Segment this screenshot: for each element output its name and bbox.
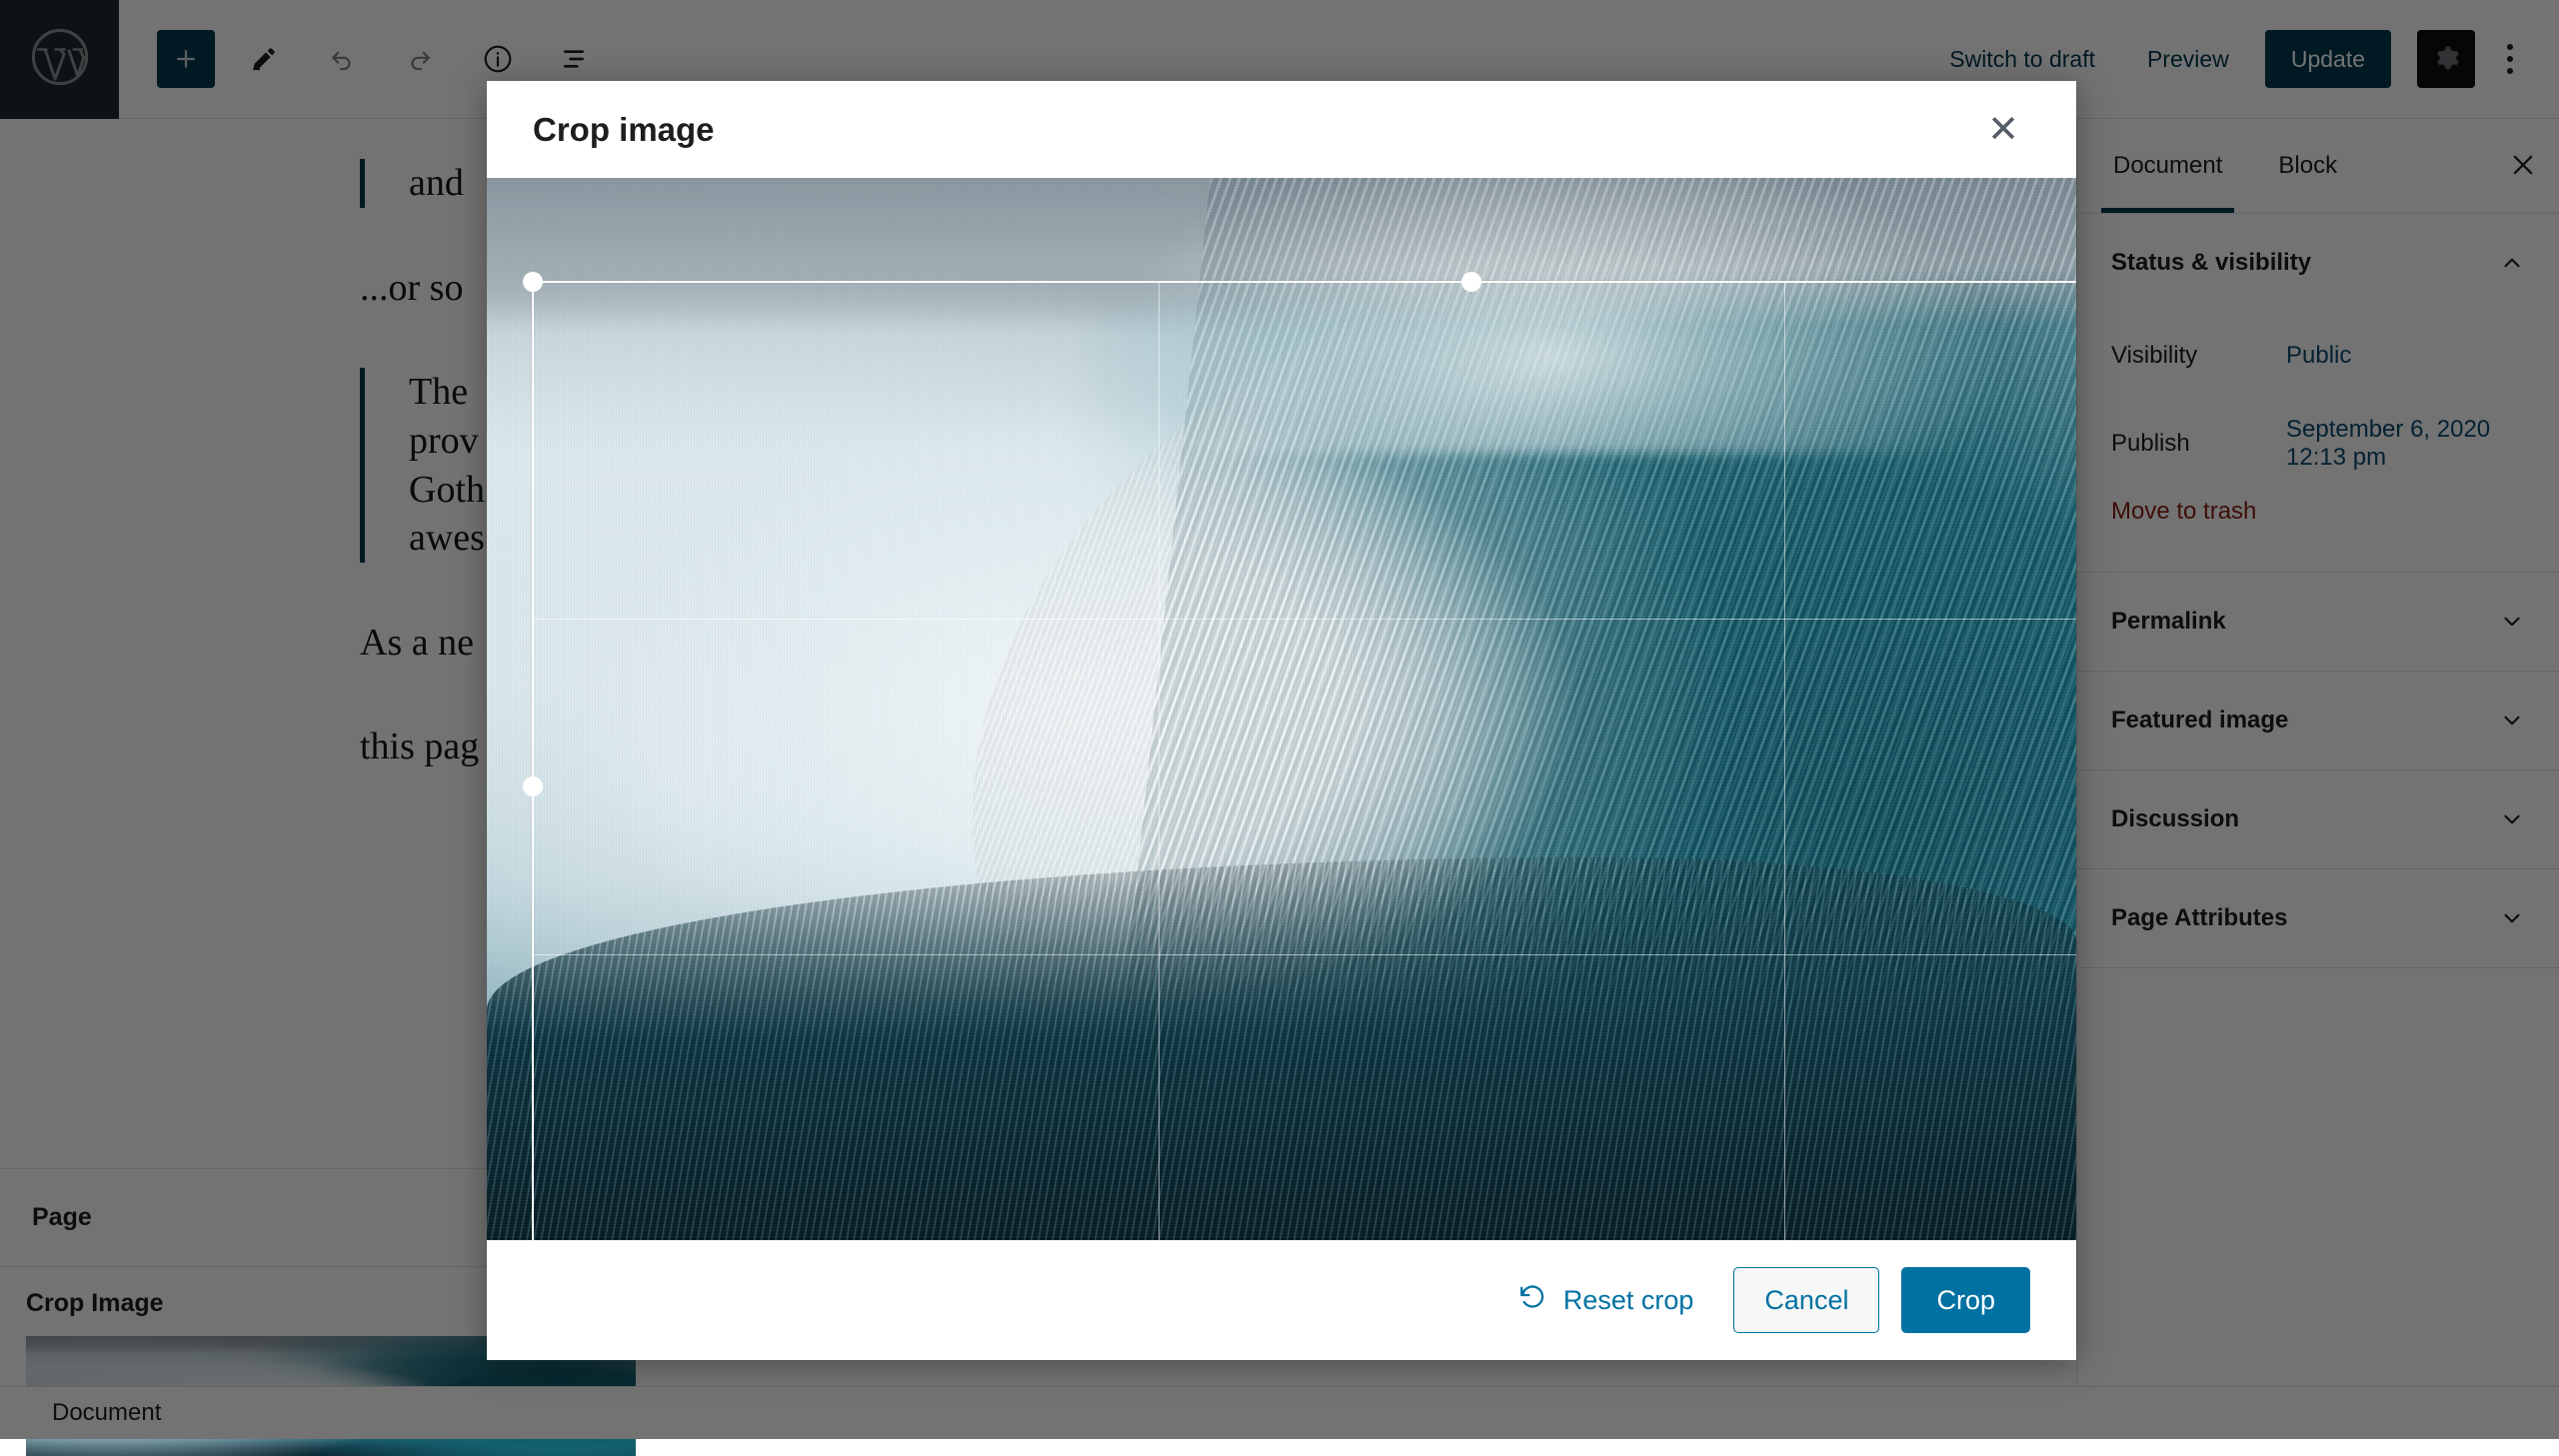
crop-grid-line (1784, 283, 1785, 1240)
reset-crop-label: Reset crop (1563, 1285, 1694, 1316)
crop-stage[interactable] (487, 178, 2076, 1240)
close-icon: ✕ (1987, 111, 2019, 149)
crop-handle-n[interactable] (1461, 272, 1481, 292)
crop-selection-box[interactable] (532, 281, 2076, 1240)
crop-grid-line (534, 954, 2076, 955)
reset-undo-icon (1517, 1282, 1547, 1319)
reset-crop-button[interactable]: Reset crop (1499, 1272, 1712, 1329)
crop-image-modal: Crop image ✕ (487, 81, 2076, 1360)
crop-button[interactable]: Crop (1901, 1267, 2030, 1333)
crop-handle-nw[interactable] (523, 272, 543, 292)
modal-footer: Reset crop Cancel Crop (487, 1240, 2076, 1360)
modal-header: Crop image ✕ (487, 81, 2076, 178)
crop-handle-w[interactable] (523, 776, 543, 796)
modal-title: Crop image (533, 111, 715, 149)
crop-grid-line (534, 619, 2076, 620)
crop-grid-line (1159, 283, 1160, 1240)
cancel-button[interactable]: Cancel (1733, 1267, 1879, 1333)
modal-close-button[interactable]: ✕ (1976, 103, 2030, 157)
